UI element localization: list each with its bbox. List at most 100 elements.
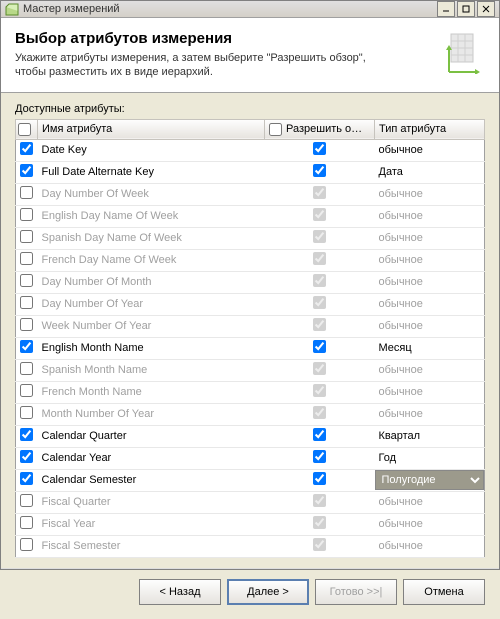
finish-button: Готово >>| [315,579,397,605]
attribute-name-cell[interactable]: Month Number Of Year [38,403,265,425]
cancel-button[interactable]: Отмена [403,579,485,605]
table-row[interactable]: Week Number Of Yearобычное [16,315,485,337]
row-checkbox[interactable] [20,362,33,375]
table-row[interactable]: English Day Name Of Weekобычное [16,205,485,227]
attribute-type-cell[interactable]: Год [375,447,485,469]
row-checkbox[interactable] [20,472,33,485]
attribute-name-cell[interactable]: Spanish Day Name Of Week [38,227,265,249]
row-checkbox[interactable] [20,230,33,243]
table-row[interactable]: Day Number Of Month обычное [16,271,485,293]
table-row[interactable]: Spanish Day Name Of Weekобычное [16,227,485,249]
column-browse-header[interactable]: Разрешить о… [265,119,375,139]
dimension-icon [445,30,485,80]
browse-all-checkbox[interactable] [269,123,282,136]
attribute-type-cell: обычное [375,293,485,315]
attribute-name-cell[interactable]: Fiscal Semester [38,535,265,557]
browse-checkbox[interactable] [313,340,326,353]
row-checkbox[interactable] [20,274,33,287]
type-select[interactable]: Полугодие [375,470,485,490]
browse-checkbox[interactable] [313,472,326,485]
row-checkbox[interactable] [20,252,33,265]
available-label: Доступные атрибуты: [15,103,485,115]
table-row[interactable]: Month Number Of Yearобычное [16,403,485,425]
browse-checkbox [313,186,326,199]
attribute-name-cell[interactable]: Calendar Quarter [38,425,265,447]
attribute-name-cell[interactable]: Fiscal Quarter [38,491,265,513]
row-checkbox[interactable] [20,450,33,463]
table-row[interactable]: Calendar Semester Полугодие [16,469,485,491]
attribute-type-cell: обычное [375,535,485,557]
attribute-name-cell[interactable]: Fiscal Year [38,513,265,535]
table-row[interactable]: Day Number Of Weekобычное [16,183,485,205]
attribute-name-cell[interactable]: French Month Name [38,381,265,403]
table-row[interactable]: Fiscal Yearобычное [16,513,485,535]
attribute-name-cell[interactable]: English Day Name Of Week [38,205,265,227]
browse-checkbox [313,230,326,243]
attribute-type-cell[interactable]: обычное [375,139,485,161]
attribute-type-cell: Полугодие [375,469,485,491]
attribute-type-cell: обычное [375,249,485,271]
table-row[interactable]: French Day Name Of Week обычное [16,249,485,271]
row-checkbox[interactable] [20,494,33,507]
row-checkbox[interactable] [20,516,33,529]
attribute-type-cell: обычное [375,271,485,293]
attribute-type-cell[interactable]: Месяц [375,337,485,359]
browse-checkbox[interactable] [313,450,326,463]
row-checkbox[interactable] [20,538,33,551]
browse-checkbox [313,208,326,221]
content-area: Доступные атрибуты: Имя атрибута Разреши… [1,93,499,568]
column-type-header[interactable]: Тип атрибута [375,119,485,139]
attribute-type-cell[interactable]: Квартал [375,425,485,447]
browse-checkbox [313,384,326,397]
row-checkbox[interactable] [20,208,33,221]
select-all-checkbox[interactable] [18,123,31,136]
select-all-header[interactable] [16,119,38,139]
table-row[interactable]: Calendar Quarter Квартал [16,425,485,447]
back-button[interactable]: < Назад [139,579,221,605]
row-checkbox[interactable] [20,164,33,177]
attributes-grid: Имя атрибута Разрешить о… Тип атрибута D… [15,119,485,558]
attribute-name-cell[interactable]: Day Number Of Month [38,271,265,293]
column-name-header[interactable]: Имя атрибута [38,119,265,139]
table-row[interactable]: Calendar Year Год [16,447,485,469]
next-button[interactable]: Далее > [227,579,309,605]
table-row[interactable]: Spanish Month Nameобычное [16,359,485,381]
browse-checkbox [313,274,326,287]
attribute-name-cell[interactable]: Day Number Of Week [38,183,265,205]
attribute-name-cell[interactable]: Date Key [38,139,265,161]
row-checkbox[interactable] [20,428,33,441]
row-checkbox[interactable] [20,142,33,155]
row-checkbox[interactable] [20,296,33,309]
row-checkbox[interactable] [20,318,33,331]
row-checkbox[interactable] [20,406,33,419]
table-row[interactable]: Fiscal Quarter обычное [16,491,485,513]
browse-checkbox[interactable] [313,142,326,155]
table-row[interactable]: Fiscal Semester обычное [16,535,485,557]
attribute-name-cell[interactable]: Week Number Of Year [38,315,265,337]
app-icon [5,2,19,16]
table-row[interactable]: Full Date Alternate Key Дата [16,161,485,183]
close-button[interactable] [477,1,495,17]
attribute-name-cell[interactable]: English Month Name [38,337,265,359]
browse-checkbox[interactable] [313,164,326,177]
column-browse-label: Разрешить о… [286,123,362,135]
attribute-name-cell[interactable]: Full Date Alternate Key [38,161,265,183]
table-row[interactable]: English Month Name Месяц [16,337,485,359]
browse-checkbox [313,252,326,265]
attribute-type-cell[interactable]: Дата [375,161,485,183]
browse-checkbox[interactable] [313,428,326,441]
attribute-name-cell[interactable]: Spanish Month Name [38,359,265,381]
attribute-name-cell[interactable]: Calendar Semester [38,469,265,491]
row-checkbox[interactable] [20,186,33,199]
table-row[interactable]: French Month Nameобычное [16,381,485,403]
table-row[interactable]: Date Key обычное [16,139,485,161]
maximize-button[interactable] [457,1,475,17]
attribute-name-cell[interactable]: French Day Name Of Week [38,249,265,271]
table-row[interactable]: Day Number Of Year обычное [16,293,485,315]
row-checkbox[interactable] [20,340,33,353]
attribute-type-cell: обычное [375,491,485,513]
attribute-name-cell[interactable]: Calendar Year [38,447,265,469]
row-checkbox[interactable] [20,384,33,397]
minimize-button[interactable] [437,1,455,17]
attribute-name-cell[interactable]: Day Number Of Year [38,293,265,315]
